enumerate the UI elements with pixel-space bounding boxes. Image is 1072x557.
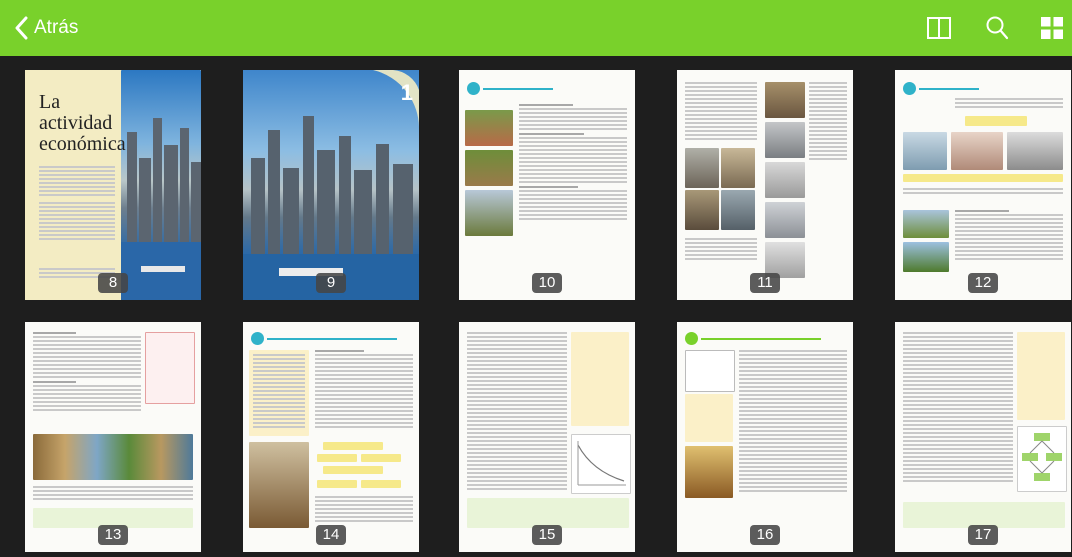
chapter-circle (467, 82, 480, 95)
chapter-number: 1 (400, 80, 413, 105)
diagram-image (685, 350, 735, 392)
page-thumbnail-9[interactable]: 1 9 (243, 70, 419, 300)
page-number-badge: 8 (98, 273, 128, 293)
text-column (685, 82, 757, 142)
page-number-badge: 13 (98, 525, 128, 545)
diagram-box (323, 442, 383, 450)
photo-strip (33, 434, 193, 480)
page-number-badge: 17 (968, 525, 998, 545)
page-number-badge: 16 (750, 525, 780, 545)
page-number-badge: 12 (968, 273, 998, 293)
title-line-1: La (39, 91, 61, 113)
title-line-3: económica (39, 133, 126, 155)
text-column (33, 332, 141, 413)
diagram-image (1017, 426, 1067, 492)
text-block (955, 98, 1063, 110)
photo (903, 210, 949, 238)
diagram-box (317, 480, 357, 488)
text-block (33, 486, 193, 502)
photo (951, 132, 1003, 170)
chapter-circle (251, 332, 264, 345)
sidebar-text (253, 354, 305, 430)
photo (685, 446, 733, 498)
text-column (315, 496, 413, 524)
photo (721, 190, 755, 230)
page-9-content: 1 (243, 70, 419, 300)
chapter-circle (685, 332, 698, 345)
sidebar-box (1017, 332, 1065, 420)
back-label: Atrás (34, 17, 79, 38)
caption-column (809, 82, 847, 162)
diagram-box (317, 454, 357, 462)
photo (765, 202, 805, 238)
chapter-circle (903, 82, 916, 95)
book-title: La actividad económica (39, 91, 126, 155)
page-thumbnail-13[interactable]: 13 (25, 322, 201, 552)
page-number-badge: 9 (316, 273, 346, 293)
page-8-content: La actividad económica (25, 70, 201, 300)
photo (765, 162, 805, 198)
search-icon[interactable] (985, 15, 1009, 46)
page-thumbnail-17[interactable]: 17 (895, 322, 1071, 552)
page-thumbnail-11[interactable]: 11 (677, 70, 853, 300)
page-12-content (895, 70, 1071, 300)
page-17-content (895, 322, 1071, 552)
sidebar-box (685, 394, 733, 442)
page-10-content (459, 70, 635, 300)
photo (465, 150, 513, 186)
page-number-badge: 15 (532, 525, 562, 545)
text-column (467, 332, 567, 492)
photo (721, 148, 755, 188)
cover-text (39, 166, 115, 242)
highlight-box (965, 116, 1027, 126)
text-column (955, 210, 1063, 262)
pyramid-image (249, 442, 309, 528)
page-thumbnail-12[interactable]: 12 (895, 70, 1071, 300)
text-column (315, 350, 413, 430)
photo (465, 110, 513, 146)
text-column (739, 350, 847, 494)
page-14-content (243, 322, 419, 552)
photo (465, 190, 513, 236)
photo (903, 132, 947, 170)
title-line-2: actividad (39, 112, 113, 134)
diagram-box (361, 454, 401, 462)
text-column (903, 332, 1013, 484)
text-column (519, 104, 627, 222)
chevron-left-icon (15, 16, 28, 40)
page-thumbnail-14[interactable]: 14 (243, 322, 419, 552)
sidebar-box (145, 332, 195, 404)
page-thumbnail-8[interactable]: La actividad económica 8 (25, 70, 201, 300)
line-chart-image (571, 434, 631, 494)
photo (765, 122, 805, 158)
page-15-content (459, 322, 635, 552)
diagram-box (361, 480, 401, 488)
text-column (685, 238, 757, 262)
page-number-badge: 10 (532, 273, 562, 293)
photo (1007, 132, 1063, 170)
diagram-box (323, 466, 383, 474)
page-13-content (25, 322, 201, 552)
page-thumbnail-15[interactable]: 15 (459, 322, 635, 552)
page-number-badge: 11 (750, 273, 780, 293)
text-block (903, 188, 1063, 196)
photo (903, 242, 949, 272)
page-thumbnail-16[interactable]: 16 (677, 322, 853, 552)
photo (685, 148, 719, 188)
page-thumbnail-10[interactable]: 10 (459, 70, 635, 300)
photo (765, 82, 805, 118)
activity-box (467, 498, 629, 528)
page-16-content (677, 322, 853, 552)
grid-view-icon[interactable] (1041, 17, 1063, 44)
back-button[interactable]: Atrás (14, 0, 78, 56)
book-icon[interactable] (926, 16, 952, 45)
highlight-box (903, 174, 1063, 182)
sidebar-box (571, 332, 629, 426)
city-skyline-image (121, 70, 201, 300)
page-number-badge: 14 (316, 525, 346, 545)
photo (685, 190, 719, 230)
page-thumbnail-grid: La actividad económica 8 1 9 10 11 12 13… (0, 56, 1072, 557)
page-11-content (677, 70, 853, 300)
top-bar: Atrás (0, 0, 1072, 56)
